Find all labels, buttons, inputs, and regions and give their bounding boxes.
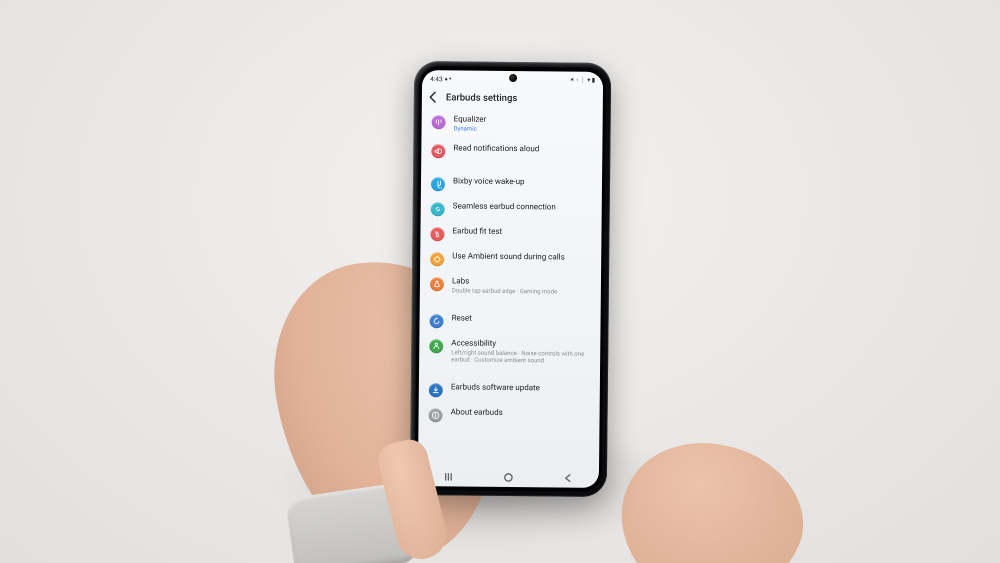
- item-text: EqualizerDynamic: [454, 114, 487, 133]
- item-text: Earbuds software update: [451, 383, 540, 394]
- page-title: Earbuds settings: [446, 92, 517, 104]
- item-text: Read notifications aloud: [453, 143, 539, 154]
- settings-item-read-notifications-aloud[interactable]: Read notifications aloud: [421, 138, 602, 165]
- nav-recent-button[interactable]: [433, 471, 463, 482]
- sound-icon: [430, 252, 444, 266]
- front-camera: [509, 74, 517, 82]
- item-label: Labs: [452, 276, 558, 287]
- settings-item-labs[interactable]: LabsDouble tap earbud edge · Gaming mode: [420, 271, 601, 302]
- item-label: Use Ambient sound during calls: [452, 251, 565, 262]
- item-label: Earbud fit test: [452, 226, 502, 237]
- download-icon: [429, 383, 443, 397]
- settings-item-equalizer[interactable]: EqualizerDynamic: [421, 109, 602, 140]
- item-text: About earbuds: [451, 408, 503, 419]
- status-notif-icon: ▴ ▪: [445, 76, 452, 82]
- settings-item-earbud-fit-test[interactable]: Earbud fit test: [420, 221, 601, 248]
- nav-bar: [418, 469, 599, 485]
- settings-item-reset[interactable]: Reset: [419, 308, 600, 335]
- settings-item-use-ambient-sound-during-calls[interactable]: Use Ambient sound during calls: [420, 246, 601, 273]
- item-subtitle: Double tap earbud edge · Gaming mode: [452, 287, 558, 296]
- scene: 4:43 ▴ ▪ ✶ ◦ ⋮ ▾ ▮ Earbuds settings Equa…: [0, 0, 1000, 563]
- settings-item-bixby-voice-wake-up[interactable]: Bixby voice wake-up: [421, 171, 602, 198]
- item-label: Reset: [452, 313, 472, 323]
- header: Earbuds settings: [422, 86, 603, 111]
- speak-icon: [431, 144, 445, 158]
- settings-item-accessibility[interactable]: AccessibilityLeft/right sound balance · …: [419, 333, 600, 371]
- status-time: 4:43: [430, 75, 443, 83]
- settings-item-earbuds-software-update[interactable]: Earbuds software update: [419, 377, 600, 404]
- settings-item-about-earbuds[interactable]: About earbuds: [418, 402, 599, 429]
- item-subtitle: Left/right sound balance · Noise control…: [451, 349, 590, 366]
- nav-back-button[interactable]: [554, 472, 584, 483]
- reset-icon: [429, 314, 443, 328]
- item-label: Read notifications aloud: [453, 143, 539, 154]
- item-label: Accessibility: [451, 338, 590, 349]
- item-text: Use Ambient sound during calls: [452, 251, 565, 262]
- earbud-icon: [430, 227, 444, 241]
- item-label: About earbuds: [451, 408, 503, 419]
- item-label: Equalizer: [454, 114, 487, 124]
- item-label: Seamless earbud connection: [453, 201, 556, 212]
- item-text: AccessibilityLeft/right sound balance · …: [451, 338, 590, 366]
- voice-icon: [431, 177, 445, 191]
- nav-home-button[interactable]: [493, 471, 523, 482]
- phone-screen: 4:43 ▴ ▪ ✶ ◦ ⋮ ▾ ▮ Earbuds settings Equa…: [418, 70, 603, 488]
- item-label: Bixby voice wake-up: [453, 176, 525, 187]
- settings-item-seamless-earbud-connection[interactable]: Seamless earbud connection: [421, 196, 602, 223]
- item-text: LabsDouble tap earbud edge · Gaming mode: [452, 276, 558, 296]
- item-subtitle: Dynamic: [454, 125, 487, 133]
- item-text: Seamless earbud connection: [453, 201, 556, 212]
- status-right-icons: ✶ ◦ ⋮ ▾ ▮: [570, 78, 595, 84]
- item-text: Reset: [452, 313, 472, 323]
- item-text: Earbud fit test: [452, 226, 502, 237]
- equalizer-icon: [432, 115, 446, 129]
- flask-icon: [430, 277, 444, 291]
- person-icon: [429, 339, 443, 353]
- link-icon: [431, 202, 445, 216]
- back-button[interactable]: [428, 91, 440, 103]
- settings-list: EqualizerDynamic Read notifications aloud…: [418, 109, 602, 431]
- item-text: Bixby voice wake-up: [453, 176, 525, 187]
- info-icon: [428, 408, 442, 422]
- item-label: Earbuds software update: [451, 383, 540, 394]
- phone-frame: 4:43 ▴ ▪ ✶ ◦ ⋮ ▾ ▮ Earbuds settings Equa…: [410, 61, 612, 497]
